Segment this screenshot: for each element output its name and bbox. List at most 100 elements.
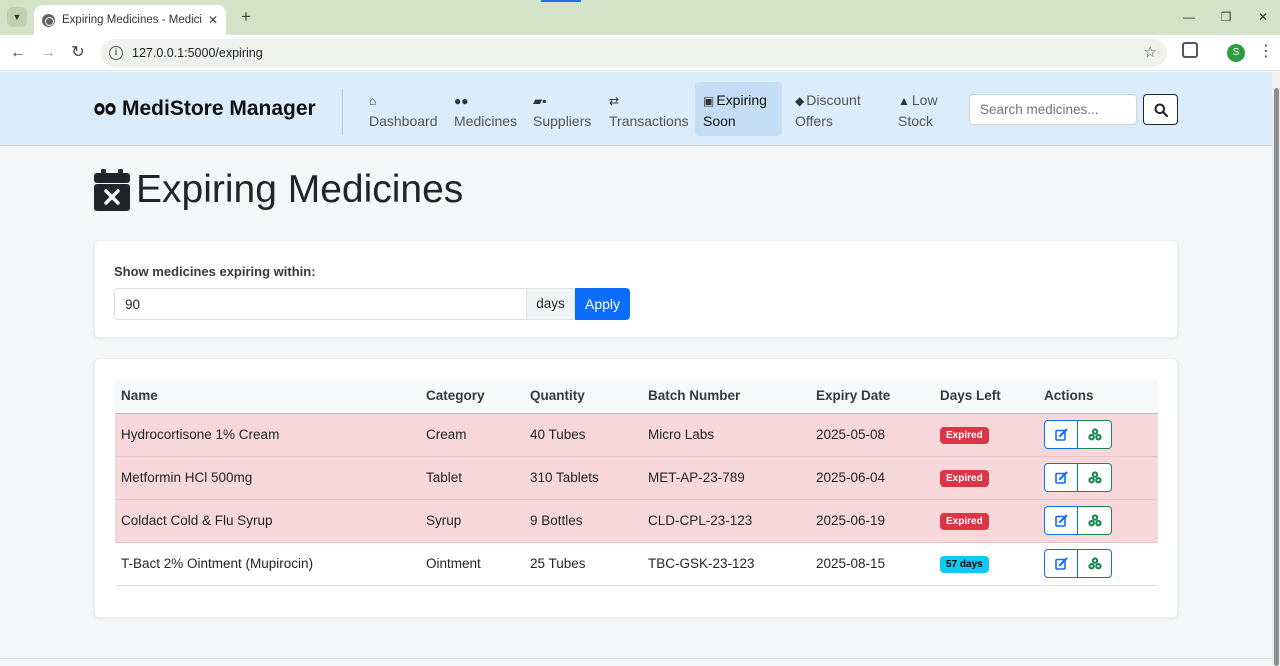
table-row: Coldact Cold & Flu Syrup Syrup 9 Bottles CL…	[115, 499, 1158, 543]
cell-actions	[1038, 413, 1158, 457]
cell-days-left: Expired	[934, 456, 1038, 500]
cell-days-left: 57 days	[934, 542, 1038, 586]
edit-button[interactable]	[1044, 549, 1078, 578]
nav-label: Medicines	[454, 113, 518, 129]
edit-icon	[1054, 471, 1067, 484]
column-header: Name	[115, 379, 420, 414]
site-info-icon[interactable]: i	[109, 46, 123, 60]
reload-icon[interactable]: ↻	[66, 41, 90, 65]
nav-low-stock[interactable]: ▲ Low Stock	[890, 82, 956, 136]
action-buttons	[1044, 549, 1112, 578]
action-buttons	[1044, 506, 1112, 535]
browser-tab-active[interactable]: Expiring Medicines - Medicine S ✕	[34, 5, 226, 35]
pills-icon	[1087, 514, 1102, 527]
page-title-text: Expiring Medicines	[136, 168, 464, 211]
bookmark-star-icon[interactable]: ☆	[1144, 43, 1157, 61]
brand-name: MediStore Manager	[122, 97, 316, 120]
days-filter-group: days Apply	[114, 288, 630, 320]
profile-avatar[interactable]: S	[1227, 44, 1245, 62]
page-viewport: MediStore Manager ⌂ Dashboard ●● Medicin…	[0, 72, 1272, 666]
days-input[interactable]	[114, 288, 527, 320]
cell-name: Metformin HCl 500mg	[115, 456, 420, 500]
nav-label: Transactions	[609, 113, 689, 129]
column-header: Batch Number	[642, 379, 810, 414]
browser-toolbar: ← → ↻ i 127.0.0.1:5000/expiring ☆	[0, 35, 1280, 71]
nav-suppliers[interactable]: ▰▪ Suppliers	[525, 82, 600, 136]
exchange-icon: ⇄	[609, 94, 620, 108]
column-header: Category	[420, 379, 524, 414]
forward-icon[interactable]: →	[36, 41, 60, 65]
action-buttons	[1044, 463, 1112, 492]
edit-icon	[1054, 428, 1067, 441]
maximize-icon[interactable]: ❐	[1216, 7, 1236, 27]
cell-batch-number: CLD-CPL-23-123	[642, 499, 810, 543]
search-input[interactable]	[969, 94, 1137, 125]
footer-divider	[0, 658, 1272, 659]
truck-icon: ▰▪	[533, 94, 547, 108]
expiring-medicines-table: Name Category Quantity Batch Number Expi…	[115, 379, 1158, 586]
cell-quantity: 9 Bottles	[524, 499, 642, 543]
filter-label: Show medicines expiring within:	[114, 264, 316, 279]
nav-expiring-soon[interactable]: ▣ Expiring Soon	[695, 82, 782, 136]
cell-expiry-date: 2025-08-15	[810, 542, 934, 586]
nav-medicines[interactable]: ●● Medicines	[446, 82, 524, 136]
back-icon[interactable]: ←	[6, 41, 30, 65]
browser-menu-icon[interactable]: ⋮	[1258, 41, 1274, 61]
cell-actions	[1038, 499, 1158, 543]
address-bar[interactable]: i 127.0.0.1:5000/expiring ☆	[101, 39, 1167, 67]
cell-category: Ointment	[420, 542, 524, 586]
loading-indicator	[541, 0, 581, 2]
capsules-icon	[94, 103, 116, 115]
browser-tabstrip: ▼ Expiring Medicines - Medicine S ✕ + — …	[0, 0, 1280, 35]
brand[interactable]: MediStore Manager	[94, 97, 316, 121]
pills-icon: ●●	[454, 94, 469, 108]
dispense-button[interactable]	[1078, 420, 1112, 449]
tab-search-icon[interactable]: ▼	[7, 7, 27, 27]
extensions-icon[interactable]	[1182, 42, 1198, 58]
cell-expiry-date: 2025-06-04	[810, 456, 934, 500]
dispense-button[interactable]	[1078, 549, 1112, 578]
apply-button[interactable]: Apply	[575, 288, 630, 320]
cell-actions	[1038, 456, 1158, 500]
column-header: Quantity	[524, 379, 642, 414]
cell-expiry-date: 2025-06-19	[810, 499, 934, 543]
cell-batch-number: TBC-GSK-23-123	[642, 542, 810, 586]
cell-expiry-date: 2025-05-08	[810, 413, 934, 457]
minimize-icon[interactable]: —	[1179, 7, 1199, 27]
calendar-x-icon	[94, 169, 130, 211]
cell-days-left: Expired	[934, 499, 1038, 543]
search-icon	[1154, 103, 1168, 117]
cell-actions	[1038, 542, 1158, 586]
cell-name: T-Bact 2% Ointment (Mupirocin)	[115, 542, 420, 586]
column-header: Days Left	[934, 379, 1038, 414]
nav-transactions[interactable]: ⇄ Transactions	[601, 82, 693, 136]
cell-batch-number: Micro Labs	[642, 413, 810, 457]
cell-batch-number: MET-AP-23-789	[642, 456, 810, 500]
edit-button[interactable]	[1044, 463, 1078, 492]
cell-days-left: Expired	[934, 413, 1038, 457]
filter-card: Show medicines expiring within: days App…	[94, 240, 1178, 338]
window-close-icon[interactable]: ✕	[1253, 7, 1273, 27]
dispense-button[interactable]	[1078, 506, 1112, 535]
nav-discount-offers[interactable]: ◆ Discount Offers	[787, 82, 883, 136]
days-addon: days	[527, 288, 575, 320]
cell-name: Hydrocortisone 1% Cream	[115, 413, 420, 457]
cell-quantity: 25 Tubes	[524, 542, 642, 586]
new-tab-icon[interactable]: +	[236, 7, 256, 27]
navbar-divider	[342, 89, 343, 135]
dispense-button[interactable]	[1078, 463, 1112, 492]
warning-icon: ▲	[898, 94, 910, 108]
calendar-x-icon: ▣	[703, 94, 715, 108]
cell-name: Coldact Cold & Flu Syrup	[115, 499, 420, 543]
column-header: Actions	[1038, 379, 1158, 414]
search-button[interactable]	[1143, 94, 1178, 125]
close-tab-icon[interactable]: ✕	[208, 13, 218, 27]
scrollbar-thumb[interactable]	[1274, 88, 1279, 666]
status-badge: Expired	[940, 512, 989, 530]
nav-label: Dashboard	[369, 113, 438, 129]
column-header: Expiry Date	[810, 379, 934, 414]
status-badge: 57 days	[940, 555, 989, 573]
nav-dashboard[interactable]: ⌂ Dashboard	[361, 82, 445, 136]
edit-button[interactable]	[1044, 506, 1078, 535]
edit-button[interactable]	[1044, 420, 1078, 449]
